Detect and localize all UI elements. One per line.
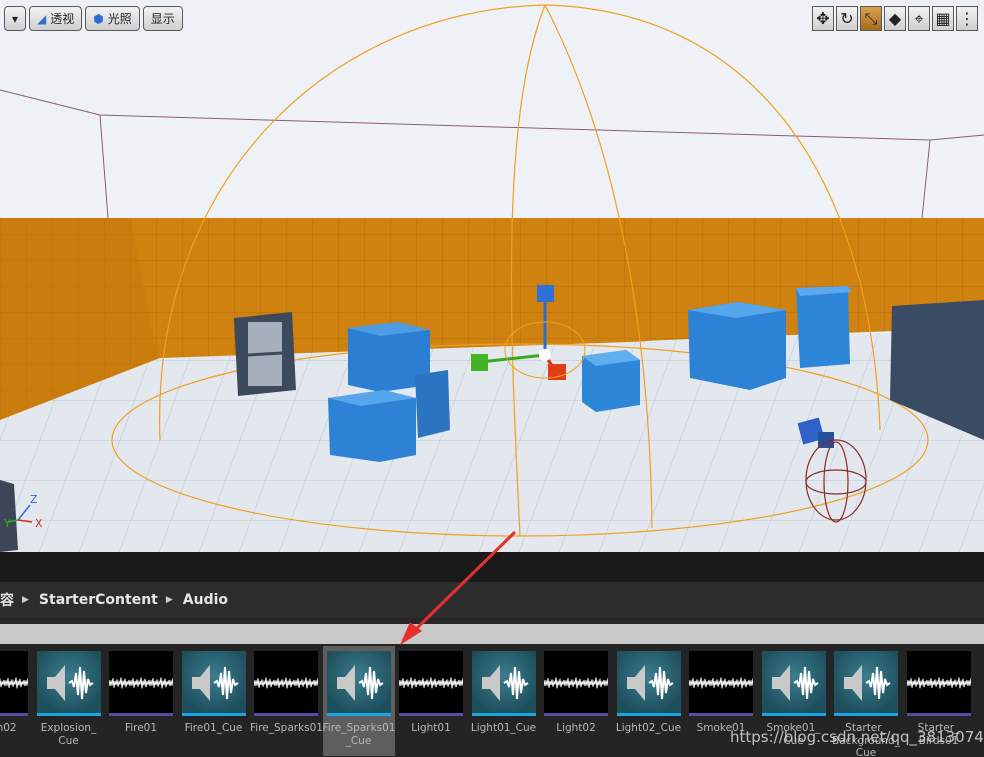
breadcrumb-item-startercontent[interactable]: StarterContent bbox=[39, 592, 158, 608]
asset-tile[interactable]: Fire_Sparks01 bbox=[250, 646, 323, 756]
asset-label: Fire01 bbox=[124, 722, 158, 734]
asset-type-bar bbox=[326, 713, 391, 716]
sound-cue-icon bbox=[326, 651, 391, 715]
asset-label: Fire_Sparks01 _Cue bbox=[322, 722, 396, 747]
perspective-icon: ◢ bbox=[37, 11, 47, 26]
level-viewport[interactable]: Z X Y ▾ ◢ 透视 ⬢ 光照 显示 ✥ ↻ ⤡ ◆ ⌖ ▦ ⋮ bbox=[0, 0, 984, 552]
grid-snap-icon[interactable]: ⌖ bbox=[908, 6, 930, 31]
axis-z-label: Z bbox=[30, 493, 38, 506]
asset-tile[interactable]: Light02_Cue bbox=[613, 646, 685, 756]
asset-type-bar bbox=[544, 713, 608, 716]
viewport-toolbar-left: ▾ ◢ 透视 ⬢ 光照 显示 bbox=[4, 6, 183, 31]
asset-type-bar bbox=[109, 713, 173, 716]
asset-tile[interactable]: Fire01 bbox=[105, 646, 177, 756]
asset-type-bar bbox=[906, 713, 971, 716]
surface-snap-icon[interactable]: ◆ bbox=[884, 6, 906, 31]
sound-cue-icon bbox=[761, 651, 826, 715]
sound-cue-icon bbox=[181, 651, 246, 715]
show-button[interactable]: 显示 bbox=[142, 6, 183, 31]
asset-label: osion02 bbox=[0, 722, 17, 734]
breadcrumb-arrow-icon[interactable]: ▶ bbox=[166, 595, 173, 605]
viewport-options-button[interactable]: ▾ bbox=[4, 6, 26, 31]
translate-icon[interactable]: ✥ bbox=[812, 6, 834, 31]
asset-tile[interactable]: Fire01_Cue bbox=[178, 646, 250, 756]
breadcrumb: 容 ▶ StarterContent ▶ Audio bbox=[0, 582, 984, 618]
asset-type-bar bbox=[181, 713, 246, 716]
perspective-button[interactable]: ◢ 透视 bbox=[29, 6, 83, 31]
breadcrumb-arrow-icon[interactable]: ▶ bbox=[22, 595, 29, 605]
sound-cue-icon bbox=[834, 651, 898, 715]
asset-type-bar bbox=[399, 713, 463, 716]
asset-type-bar bbox=[689, 713, 753, 716]
axis-x-label: X bbox=[35, 517, 43, 530]
asset-type-bar bbox=[761, 713, 826, 716]
rotate-icon[interactable]: ↻ bbox=[836, 6, 858, 31]
door-frame bbox=[234, 312, 296, 396]
show-label: 显示 bbox=[150, 12, 175, 26]
breadcrumb-item-content[interactable]: 容 bbox=[0, 590, 14, 610]
waveform-icon bbox=[254, 651, 318, 715]
asset-type-bar bbox=[471, 713, 536, 716]
grid-icon[interactable]: ▦ bbox=[932, 6, 954, 31]
scale-icon[interactable]: ⤡ bbox=[860, 6, 882, 31]
lit-label: 光照 bbox=[107, 12, 132, 26]
asset-type-bar bbox=[254, 713, 318, 716]
chevron-down-icon: ▾ bbox=[11, 11, 19, 26]
viewport-toolbar-right: ✥ ↻ ⤡ ◆ ⌖ ▦ ⋮ bbox=[812, 6, 978, 31]
asset-tile[interactable]: Fire_Sparks01 _Cue bbox=[322, 646, 396, 756]
asset-label: Light01_Cue bbox=[470, 722, 537, 734]
cube-center bbox=[582, 350, 640, 412]
waveform-icon bbox=[906, 651, 971, 715]
asset-label: Light01 bbox=[411, 722, 451, 734]
axis-y-label: Y bbox=[3, 517, 11, 530]
breadcrumb-item-audio[interactable]: Audio bbox=[183, 592, 228, 608]
asset-type-bar bbox=[0, 713, 28, 716]
asset-label: Light02 bbox=[556, 722, 596, 734]
asset-tile[interactable]: Light02 bbox=[540, 646, 612, 756]
waveform-icon bbox=[399, 651, 463, 715]
waveform-icon bbox=[0, 651, 28, 715]
waveform-icon bbox=[109, 651, 173, 715]
waveform-icon bbox=[689, 651, 753, 715]
asset-label: Fire01_Cue bbox=[184, 722, 243, 734]
lit-sphere-icon: ⬢ bbox=[93, 11, 104, 26]
more-icon[interactable]: ⋮ bbox=[956, 6, 978, 31]
asset-tile[interactable]: Light01_Cue bbox=[468, 646, 540, 756]
perspective-label: 透视 bbox=[50, 12, 75, 26]
filter-bar[interactable] bbox=[0, 624, 984, 644]
sound-cue-icon bbox=[616, 651, 681, 715]
sound-cue-icon bbox=[36, 651, 101, 715]
asset-label: Fire_Sparks01 bbox=[250, 722, 323, 734]
asset-tile[interactable]: Light01 bbox=[395, 646, 467, 756]
editor-window: Z X Y ▾ ◢ 透视 ⬢ 光照 显示 ✥ ↻ ⤡ ◆ ⌖ ▦ ⋮ 容 ▶ S… bbox=[0, 0, 984, 757]
asset-tile[interactable]: osion02 bbox=[0, 646, 32, 756]
asset-type-bar bbox=[834, 713, 898, 716]
asset-tile[interactable]: Explosion_ Cue bbox=[33, 646, 105, 756]
asset-type-bar bbox=[36, 713, 101, 716]
panel-separator bbox=[0, 552, 984, 582]
lit-button[interactable]: ⬢ 光照 bbox=[85, 6, 140, 31]
viewport-scene[interactable]: Z X Y bbox=[0, 0, 984, 552]
asset-type-bar bbox=[616, 713, 681, 716]
waveform-icon bbox=[544, 651, 608, 715]
asset-label: Explosion_ Cue bbox=[40, 722, 97, 747]
sound-cue-icon bbox=[471, 651, 536, 715]
asset-label: Light02_Cue bbox=[615, 722, 682, 734]
watermark: https://blog.csdn.net/qq_38130747 bbox=[730, 728, 984, 746]
